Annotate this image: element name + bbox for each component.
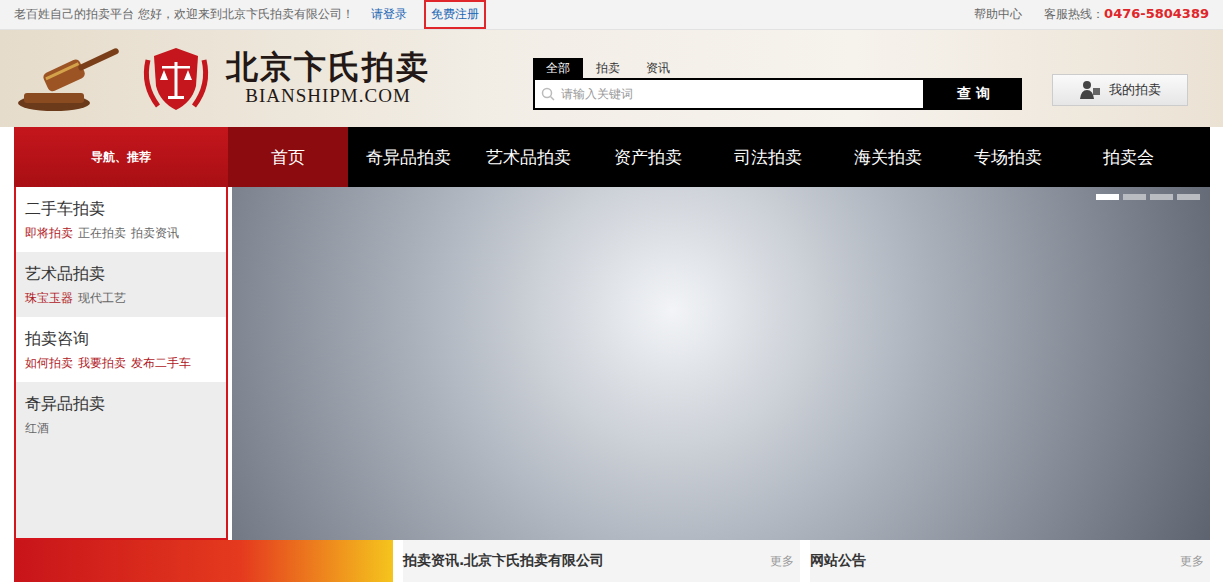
- nav-item[interactable]: 专场拍卖: [948, 127, 1068, 187]
- panel-title: 网站公告: [810, 552, 866, 570]
- search-icon: [541, 87, 555, 101]
- sidebar-link[interactable]: 正在拍卖: [78, 225, 126, 242]
- search-tab[interactable]: 全部: [533, 58, 583, 78]
- carousel-dot[interactable]: [1177, 194, 1200, 200]
- sidebar-link[interactable]: 如何拍卖: [25, 355, 73, 372]
- news-panel: 拍卖资讯.北京卞氏拍卖有限公司 更多: [403, 540, 800, 582]
- carousel-dot[interactable]: [1096, 194, 1119, 200]
- nav-title: 导航、推荐: [14, 127, 228, 187]
- help-link[interactable]: 帮助中心: [974, 6, 1022, 23]
- sidebar-item: 奇异品拍卖红酒: [16, 382, 226, 447]
- more-link[interactable]: 更多: [1180, 553, 1210, 570]
- sidebar-link[interactable]: 发布二手车: [131, 355, 191, 372]
- logo[interactable]: 北京卞氏拍卖BIANSHIPM.COM: [14, 40, 533, 118]
- search-button[interactable]: 查 询: [925, 78, 1022, 110]
- more-link[interactable]: 更多: [770, 553, 800, 570]
- sidebar-link[interactable]: 拍卖资讯: [131, 225, 179, 242]
- sidebar-link[interactable]: 即将拍卖: [25, 225, 73, 242]
- sidebar-link[interactable]: 红酒: [25, 420, 49, 437]
- logo-domain: BIANSHIPM.COM: [245, 85, 411, 107]
- nav-bar: 导航、推荐首页奇异品拍卖艺术品拍卖资产拍卖司法拍卖海关拍卖专场拍卖拍卖会: [14, 127, 1210, 187]
- logo-name: 北京卞氏拍卖: [226, 50, 430, 85]
- sidebar-item: 拍卖咨询如何拍卖我要拍卖发布二手车: [16, 317, 226, 382]
- emblem-icon: [136, 40, 216, 118]
- carousel-dots: [1096, 194, 1200, 200]
- user-icon: [1079, 80, 1101, 100]
- sidebar-title[interactable]: 二手车拍卖: [25, 199, 217, 219]
- news-panel: 网站公告 更多: [810, 540, 1210, 582]
- sidebar: 二手车拍卖即将拍卖正在拍卖拍卖资讯艺术品拍卖珠宝玉器现代工艺拍卖咨询如何拍卖我要…: [14, 187, 228, 540]
- search-tabs: 全部拍卖资讯: [533, 58, 1022, 78]
- sidebar-title[interactable]: 奇异品拍卖: [25, 394, 217, 414]
- login-link[interactable]: 请登录: [364, 0, 414, 29]
- sidebar-item: 二手车拍卖即将拍卖正在拍卖拍卖资讯: [16, 187, 226, 252]
- carousel-dot[interactable]: [1150, 194, 1173, 200]
- sidebar-title[interactable]: 艺术品拍卖: [25, 264, 217, 284]
- gavel-icon: [14, 43, 126, 115]
- hotline: 客服热线：0476-5804389: [1044, 6, 1209, 23]
- panel-title: 拍卖资讯.北京卞氏拍卖有限公司: [403, 552, 604, 570]
- nav-item[interactable]: 艺术品拍卖: [468, 127, 588, 187]
- nav-item[interactable]: 拍卖会: [1068, 127, 1188, 187]
- nav-item[interactable]: 奇异品拍卖: [348, 127, 468, 187]
- search: 全部拍卖资讯查 询: [533, 48, 1022, 110]
- nav-item[interactable]: 海关拍卖: [828, 127, 948, 187]
- sidebar-item: 艺术品拍卖珠宝玉器现代工艺: [16, 252, 226, 317]
- search-input[interactable]: [559, 86, 917, 102]
- search-tab[interactable]: 拍卖: [583, 58, 633, 78]
- banner[interactable]: [232, 187, 1210, 540]
- search-field: [533, 78, 925, 110]
- header: 北京卞氏拍卖BIANSHIPM.COM全部拍卖资讯查 询我的拍卖: [0, 30, 1223, 127]
- nav-item[interactable]: 司法拍卖: [708, 127, 828, 187]
- page: 老百姓自己的拍卖平台 您好，欢迎来到北京卞氏拍卖有限公司！ 请登录免费注册 帮助中心…: [0, 0, 1223, 582]
- register-link[interactable]: 免费注册: [424, 0, 486, 29]
- sidebar-link[interactable]: 我要拍卖: [78, 355, 126, 372]
- promo-banner[interactable]: [14, 540, 393, 582]
- sidebar-link[interactable]: 现代工艺: [78, 290, 126, 307]
- nav-item[interactable]: 资产拍卖: [588, 127, 708, 187]
- nav-item[interactable]: 首页: [228, 127, 348, 187]
- carousel-dot[interactable]: [1123, 194, 1146, 200]
- search-tab[interactable]: 资讯: [633, 58, 683, 78]
- sidebar-link[interactable]: 珠宝玉器: [25, 290, 73, 307]
- my-auction-button[interactable]: 我的拍卖: [1052, 74, 1188, 106]
- top-bar: 老百姓自己的拍卖平台 您好，欢迎来到北京卞氏拍卖有限公司！ 请登录免费注册 帮助中心…: [0, 0, 1223, 30]
- welcome-text: 老百姓自己的拍卖平台 您好，欢迎来到北京卞氏拍卖有限公司！: [14, 6, 354, 23]
- sidebar-title[interactable]: 拍卖咨询: [25, 329, 217, 349]
